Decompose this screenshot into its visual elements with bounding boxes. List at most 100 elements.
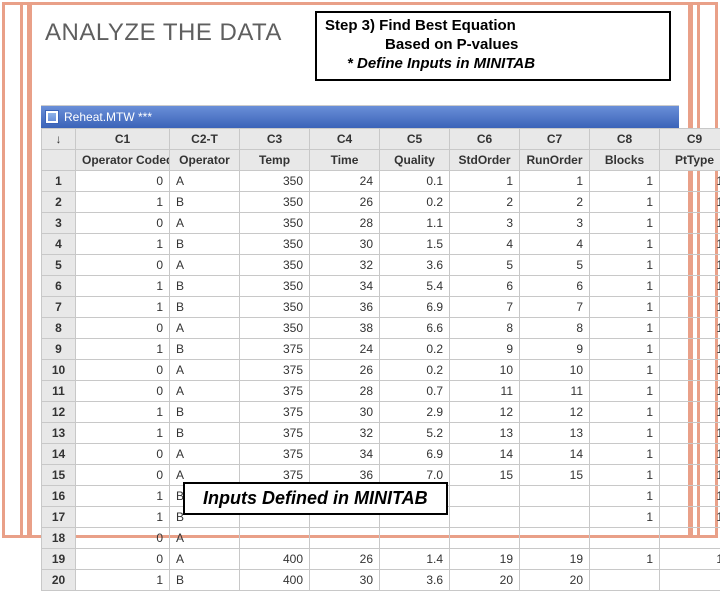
cell[interactable]: 0 <box>76 528 170 549</box>
col-id[interactable]: C7 <box>520 129 590 150</box>
cell[interactable]: 1 <box>660 507 720 528</box>
cell[interactable]: 0.1 <box>380 171 450 192</box>
data-table[interactable]: ↓ C1 C2-T C3 C4 C5 C6 C7 C8 C9 Operator … <box>41 128 720 591</box>
cell[interactable]: 375 <box>240 402 310 423</box>
cell[interactable]: 0 <box>76 171 170 192</box>
cell[interactable]: 3 <box>520 213 590 234</box>
cell[interactable]: 14 <box>520 444 590 465</box>
cell[interactable]: 375 <box>240 444 310 465</box>
cell[interactable] <box>450 528 520 549</box>
col-header[interactable]: Time <box>310 150 380 171</box>
row-header[interactable]: 3 <box>42 213 76 234</box>
cell[interactable]: 6.9 <box>380 297 450 318</box>
cell[interactable]: 1 <box>590 360 660 381</box>
cell[interactable]: 5 <box>450 255 520 276</box>
cell[interactable]: A <box>170 528 240 549</box>
cell[interactable]: 8 <box>450 318 520 339</box>
cell[interactable]: 1 <box>590 276 660 297</box>
col-id[interactable]: C9 <box>660 129 720 150</box>
cell[interactable]: 1 <box>660 297 720 318</box>
cell[interactable]: A <box>170 318 240 339</box>
cell[interactable]: 1 <box>590 486 660 507</box>
cell[interactable]: 350 <box>240 192 310 213</box>
cell[interactable] <box>660 570 720 591</box>
cell[interactable]: 3 <box>450 213 520 234</box>
cell[interactable]: 350 <box>240 318 310 339</box>
cell[interactable]: 0 <box>76 444 170 465</box>
col-header[interactable]: Blocks <box>590 150 660 171</box>
cell[interactable]: 1 <box>590 507 660 528</box>
cell[interactable]: 7 <box>520 297 590 318</box>
cell[interactable]: 10 <box>450 360 520 381</box>
cell[interactable]: 7 <box>450 297 520 318</box>
cell[interactable]: 4 <box>520 234 590 255</box>
cell[interactable]: 1 <box>590 549 660 570</box>
cell[interactable]: 19 <box>520 549 590 570</box>
row-header[interactable]: 1 <box>42 171 76 192</box>
cell[interactable]: 0 <box>76 465 170 486</box>
cell[interactable]: 1 <box>660 171 720 192</box>
cell[interactable]: 1 <box>520 171 590 192</box>
cell[interactable]: 1.1 <box>380 213 450 234</box>
cell[interactable]: 0.2 <box>380 192 450 213</box>
cell[interactable] <box>240 528 310 549</box>
cell[interactable]: A <box>170 549 240 570</box>
col-header[interactable]: StdOrder <box>450 150 520 171</box>
cell[interactable]: 3.6 <box>380 255 450 276</box>
cell[interactable]: 1 <box>76 297 170 318</box>
cell[interactable]: 1 <box>450 171 520 192</box>
cell[interactable]: 20 <box>450 570 520 591</box>
cell[interactable]: B <box>170 423 240 444</box>
row-header[interactable]: 8 <box>42 318 76 339</box>
cell[interactable]: 1 <box>660 549 720 570</box>
cell[interactable]: 1 <box>590 297 660 318</box>
cell[interactable]: 12 <box>520 402 590 423</box>
cell[interactable]: 5 <box>520 255 590 276</box>
cell[interactable]: 0 <box>76 255 170 276</box>
row-header[interactable]: 17 <box>42 507 76 528</box>
cell[interactable]: 1 <box>590 402 660 423</box>
cell[interactable]: 1 <box>660 486 720 507</box>
row-header[interactable]: 10 <box>42 360 76 381</box>
cell[interactable] <box>520 528 590 549</box>
cell[interactable]: 28 <box>310 213 380 234</box>
cell[interactable]: 375 <box>240 339 310 360</box>
cell[interactable]: 0 <box>76 360 170 381</box>
cell[interactable]: 3.6 <box>380 570 450 591</box>
cell[interactable]: 0 <box>76 318 170 339</box>
cell[interactable]: 0 <box>76 381 170 402</box>
cell[interactable]: 1 <box>660 402 720 423</box>
col-id[interactable]: C1 <box>76 129 170 150</box>
row-header[interactable]: 11 <box>42 381 76 402</box>
cell[interactable]: 1 <box>660 444 720 465</box>
col-header[interactable]: Operator <box>170 150 240 171</box>
cell[interactable]: 30 <box>310 402 380 423</box>
cell[interactable]: 1 <box>660 423 720 444</box>
cell[interactable]: 400 <box>240 570 310 591</box>
cell[interactable]: 36 <box>310 297 380 318</box>
cell[interactable]: 350 <box>240 297 310 318</box>
cell[interactable]: 1 <box>76 486 170 507</box>
cell[interactable] <box>520 507 590 528</box>
cell[interactable] <box>450 486 520 507</box>
cell[interactable]: 2 <box>520 192 590 213</box>
cell[interactable]: 4 <box>450 234 520 255</box>
cell[interactable]: 1 <box>590 255 660 276</box>
cell[interactable]: 6 <box>450 276 520 297</box>
col-header[interactable]: RunOrder <box>520 150 590 171</box>
col-header[interactable]: Temp <box>240 150 310 171</box>
row-header[interactable]: 9 <box>42 339 76 360</box>
cell[interactable]: A <box>170 444 240 465</box>
cell[interactable]: 32 <box>310 255 380 276</box>
cell[interactable]: 14 <box>450 444 520 465</box>
row-header[interactable]: 4 <box>42 234 76 255</box>
cell[interactable]: 0.2 <box>380 360 450 381</box>
cell[interactable]: 24 <box>310 339 380 360</box>
cell[interactable]: A <box>170 360 240 381</box>
cell[interactable]: 2.9 <box>380 402 450 423</box>
cell[interactable]: 1 <box>590 465 660 486</box>
row-header[interactable]: 12 <box>42 402 76 423</box>
row-header[interactable]: 15 <box>42 465 76 486</box>
col-header[interactable]: Quality <box>380 150 450 171</box>
cell[interactable]: 13 <box>450 423 520 444</box>
